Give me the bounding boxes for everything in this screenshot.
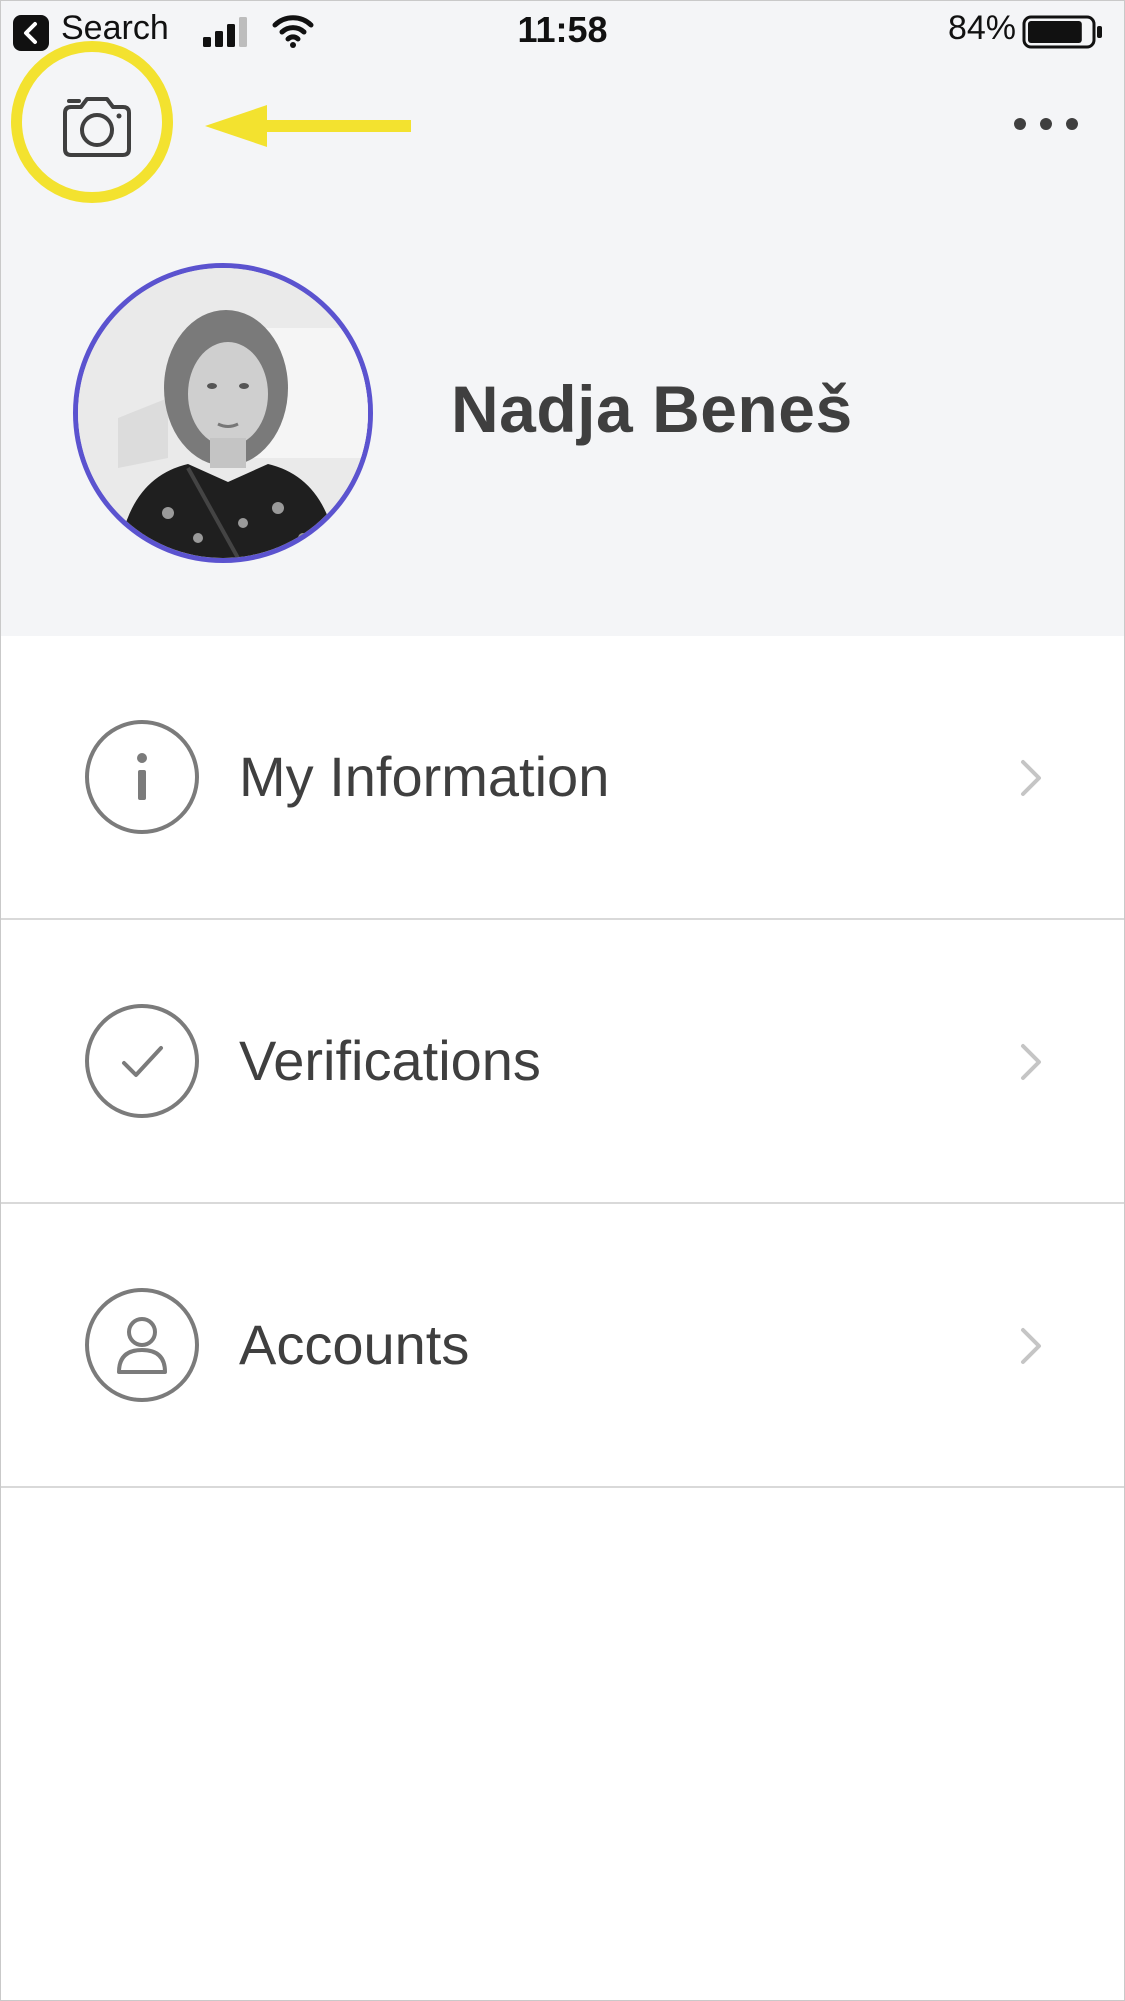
chevron-right-icon [1021, 760, 1041, 796]
menu-item-my-information[interactable]: My Information [1, 636, 1124, 920]
chevron-right-icon [1021, 1328, 1041, 1364]
profile-menu-list: My Information Verifications Accounts [1, 636, 1124, 1488]
more-horizontal-icon[interactable] [1011, 113, 1081, 135]
avatar[interactable] [73, 263, 373, 563]
info-icon [85, 720, 199, 834]
battery-percentage: 84% [947, 9, 1016, 47]
menu-item-accounts[interactable]: Accounts [1, 1204, 1124, 1488]
arrow-left-icon [205, 105, 411, 147]
menu-item-label: My Information [239, 745, 610, 808]
battery-icon [1022, 15, 1102, 49]
status-bar: Search 11:58 84% [1, 1, 1124, 63]
menu-item-verifications[interactable]: Verifications [1, 920, 1124, 1204]
profile-header: Search 11:58 84% Nadja Beneš [1, 1, 1124, 636]
user-icon [85, 1288, 199, 1402]
menu-item-label: Accounts [239, 1313, 470, 1376]
app-screen: Search 11:58 84% Nadja Beneš My Informat… [0, 0, 1125, 2001]
camera-icon[interactable] [59, 93, 135, 159]
avatar-photo [78, 268, 368, 558]
chevron-right-icon [1021, 1044, 1041, 1080]
menu-item-label: Verifications [239, 1029, 541, 1092]
checkmark-icon [85, 1004, 199, 1118]
profile-name: Nadja Beneš [451, 372, 853, 446]
